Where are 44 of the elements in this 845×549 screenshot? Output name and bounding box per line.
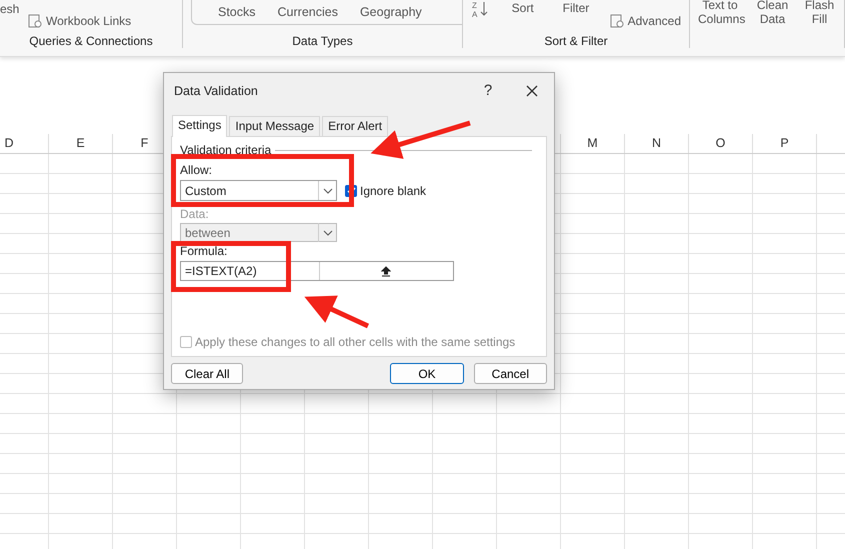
dialog-button[interactable]: Clear All: [171, 363, 244, 384]
column-header[interactable]: M: [561, 134, 625, 153]
dialog-title: Data Validation: [174, 82, 259, 100]
ribbon-button[interactable]: Clean Data: [756, 0, 789, 26]
column-header[interactable]: D: [0, 134, 49, 153]
column-header[interactable]: E: [49, 134, 113, 153]
dropdown[interactable]: Custom: [180, 180, 337, 201]
field-label: Data:: [180, 207, 209, 222]
column-header[interactable]: N: [625, 134, 689, 153]
group-label: Queries & Connections: [28, 34, 154, 48]
caret-icon: [322, 188, 332, 194]
dialog-tab[interactable]: Input Message: [229, 116, 320, 136]
dialog-button[interactable]: OK: [390, 363, 464, 384]
section-heading: Validation criteria: [180, 142, 272, 159]
help-button[interactable]: ?: [466, 80, 510, 102]
close-icon: [526, 84, 538, 97]
column-header[interactable]: P: [753, 134, 817, 153]
upload-arrow-icon: [381, 266, 392, 276]
field-label: Allow:: [180, 163, 212, 178]
ribbon-button[interactable]: Filter: [556, 1, 596, 15]
ribbon-button[interactable]: esh: [0, 0, 20, 18]
ribbon-button[interactable]: Sort: [503, 1, 542, 15]
dialog-tab[interactable]: Settings: [172, 115, 228, 137]
ribbon-button[interactable]: Geography: [360, 3, 422, 22]
link-icon: [28, 14, 42, 28]
button-label: Workbook Links: [46, 13, 132, 30]
column-header[interactable]: O: [689, 134, 753, 153]
dialog-tab[interactable]: Error Alert: [322, 116, 388, 136]
group-label: Data Types: [291, 34, 354, 48]
field-label: Formula:: [180, 244, 228, 259]
ribbon-button[interactable]: Currencies: [278, 3, 338, 22]
ribbon-button[interactable]: Workbook Links: [28, 12, 132, 30]
group-label: Sort & Filter: [543, 34, 609, 48]
link-icon: [610, 14, 624, 28]
checkbox-label: Ignore blank: [360, 182, 426, 200]
checkbox-label: Apply these changes to all other cells with the same settings: [195, 334, 516, 351]
caret-icon: [322, 230, 332, 236]
ribbon-button[interactable]: Flash Fill: [803, 0, 836, 26]
button-label: Advanced: [628, 13, 681, 30]
formula-field[interactable]: =ISTEXT(A2): [180, 261, 454, 281]
arrow: [304, 296, 370, 328]
dialog-button[interactable]: Cancel: [474, 363, 547, 384]
ribbon-button[interactable]: Stocks: [218, 3, 256, 22]
ribbon-button[interactable]: Advanced: [610, 12, 681, 30]
